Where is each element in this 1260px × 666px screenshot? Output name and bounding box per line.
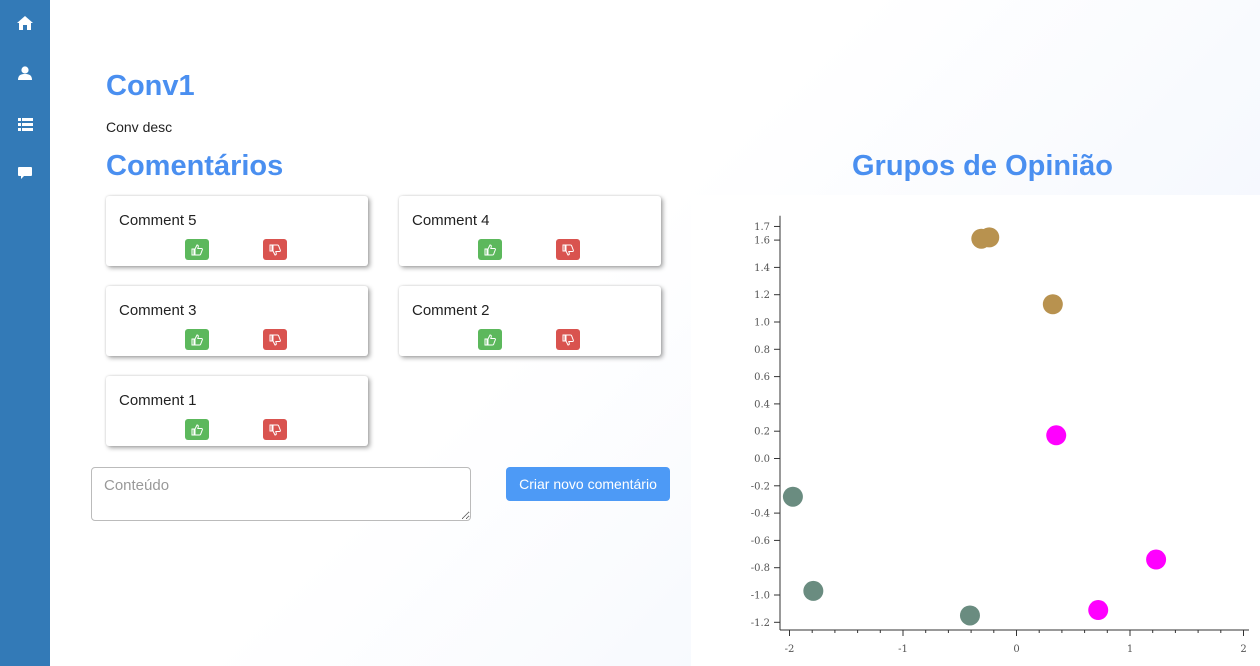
comment-text: Comment 5 <box>119 212 197 229</box>
comment-text: Comment 3 <box>119 302 197 319</box>
comment-card: Comment 5 <box>106 196 368 266</box>
comment-card: Comment 4 <box>399 196 661 266</box>
comment-text: Comment 2 <box>412 302 490 319</box>
y-tick-label: 1.4 <box>754 263 770 274</box>
thumbs-up-icon <box>191 333 203 345</box>
y-tick-label: 0.0 <box>754 454 770 465</box>
downvote-button[interactable] <box>556 329 580 350</box>
y-tick-label: -0.6 <box>751 536 770 547</box>
y-tick-label: -1.0 <box>751 591 770 602</box>
upvote-button[interactable] <box>185 329 209 350</box>
upvote-button[interactable] <box>478 239 502 260</box>
nav-list[interactable] <box>0 104 50 144</box>
data-point <box>803 580 824 601</box>
data-point <box>1146 549 1167 570</box>
y-tick-label: -0.8 <box>751 563 770 574</box>
thumbs-down-icon <box>562 244 574 256</box>
y-tick-label: -1.2 <box>751 618 770 629</box>
home-icon <box>17 16 33 30</box>
y-tick-label: -0.2 <box>751 481 770 492</box>
user-icon <box>18 66 32 80</box>
y-tick-label: 0.6 <box>754 372 770 383</box>
opinion-groups-chart-panel: -1.2 -1.0 -0.8 -0.6 -0.4 -0.2 0.0 0.2 0.4 0.6 0.8 1… <box>691 195 1260 666</box>
comment-text: Comment 4 <box>412 212 490 229</box>
upvote-button[interactable] <box>185 419 209 440</box>
upvote-button[interactable] <box>185 239 209 260</box>
x-tick-label: 1 <box>1127 644 1133 655</box>
comments-heading: Comentários <box>106 150 284 182</box>
comment-icon <box>18 167 32 179</box>
nav-comments[interactable] <box>0 153 50 193</box>
nav-home[interactable] <box>0 3 50 43</box>
x-tick-label: -1 <box>898 644 908 655</box>
y-tick-label: 0.2 <box>754 427 770 438</box>
upvote-button[interactable] <box>478 329 502 350</box>
y-tick-label: 1.0 <box>754 318 770 329</box>
create-comment-button[interactable]: Criar novo comentário <box>506 467 670 501</box>
thumbs-up-icon <box>191 423 203 435</box>
comment-card: Comment 1 <box>106 376 368 446</box>
data-point <box>1042 294 1063 315</box>
opinion-groups-scatter-plot[interactable]: -1.2 -1.0 -0.8 -0.6 -0.4 -0.2 0.0 0.2 0.4 0.6 0.8 1… <box>691 195 1260 666</box>
thumbs-up-icon <box>484 243 496 255</box>
conversation-title: Conv1 <box>106 70 195 102</box>
x-tick-label: 0 <box>1013 644 1019 655</box>
data-point <box>1088 600 1109 621</box>
downvote-button[interactable] <box>263 419 287 440</box>
list-icon <box>17 117 33 131</box>
sidebar <box>0 0 50 666</box>
comment-card: Comment 3 <box>106 286 368 356</box>
data-point <box>979 227 1000 248</box>
thumbs-up-icon <box>191 243 203 255</box>
thumbs-down-icon <box>269 244 281 256</box>
conversation-description: Conv desc <box>106 119 173 135</box>
thumbs-down-icon <box>269 334 281 346</box>
data-point <box>1046 425 1067 446</box>
y-tick-label: 1.2 <box>754 290 770 301</box>
comment-text: Comment 1 <box>119 392 197 409</box>
data-point <box>782 486 803 507</box>
comment-content-input[interactable] <box>91 467 471 521</box>
x-tick-label: 2 <box>1240 644 1246 655</box>
thumbs-up-icon <box>484 333 496 345</box>
thumbs-down-icon <box>269 424 281 436</box>
thumbs-down-icon <box>562 334 574 346</box>
y-tick-label: 0.8 <box>754 345 770 356</box>
downvote-button[interactable] <box>263 329 287 350</box>
x-tick-label: -2 <box>785 644 795 655</box>
y-tick-label: 1.7 <box>754 222 770 233</box>
y-tick-label: 0.4 <box>754 399 770 410</box>
opinion-groups-heading: Grupos de Opinião <box>852 150 1114 182</box>
nav-user[interactable] <box>0 53 50 93</box>
data-point <box>959 605 980 626</box>
y-tick-label: -0.4 <box>751 509 770 520</box>
y-tick-label: 1.6 <box>754 236 770 247</box>
comment-card: Comment 2 <box>399 286 661 356</box>
downvote-button[interactable] <box>263 239 287 260</box>
downvote-button[interactable] <box>556 239 580 260</box>
